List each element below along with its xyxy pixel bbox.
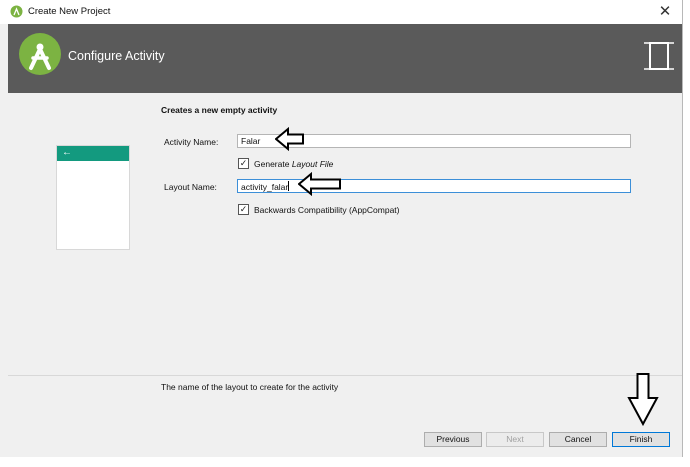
close-button[interactable]: ✕	[654, 2, 676, 22]
back-arrow-icon: ←	[62, 147, 72, 158]
backwards-compat-label: Backwards Compatibility (AppCompat)	[254, 204, 400, 215]
activity-name-label: Activity Name:	[164, 137, 219, 147]
backwards-compat-checkbox[interactable]: ✓	[238, 204, 249, 215]
finish-button[interactable]: Finish	[612, 432, 670, 447]
window-title: Create New Project	[28, 6, 111, 17]
form-heading: Creates a new empty activity	[161, 105, 278, 115]
android-studio-icon	[10, 5, 23, 18]
create-project-window: Create New Project ✕ Configure Activity …	[0, 0, 683, 467]
close-icon: ✕	[658, 3, 672, 20]
header-banner: Configure Activity	[8, 24, 682, 93]
description-panel: The name of the layout to create for the…	[8, 375, 682, 402]
form-area: ← Creates a new empty activity Activity …	[8, 93, 682, 375]
layout-name-input[interactable]: activity_falar	[237, 179, 631, 193]
text-caret	[288, 181, 290, 191]
pointer-arrow-icon	[275, 127, 304, 151]
pointer-arrow-icon	[298, 172, 341, 196]
generate-layout-option[interactable]: ✓ Generate Layout File	[238, 158, 333, 169]
generate-layout-label: Generate Layout File	[254, 158, 334, 169]
description-text: The name of the layout to create for the…	[161, 382, 339, 392]
activity-preview: ←	[56, 145, 130, 250]
pointer-arrow-icon	[627, 373, 659, 426]
generate-layout-checkbox[interactable]: ✓	[238, 158, 249, 169]
layout-name-value: activity_falar	[241, 182, 289, 192]
android-studio-logo	[19, 33, 61, 75]
backwards-compat-option[interactable]: ✓ Backwards Compatibility (AppCompat)	[238, 204, 400, 215]
next-button[interactable]: Next	[486, 432, 544, 447]
page-title: Configure Activity	[68, 49, 165, 63]
activity-name-value: Falar	[241, 136, 261, 146]
cancel-button[interactable]: Cancel	[549, 432, 607, 447]
device-icon	[644, 42, 674, 70]
previous-button[interactable]: Previous	[424, 432, 482, 447]
background-strip	[0, 457, 690, 467]
title-bar: Create New Project ✕	[0, 0, 682, 24]
preview-toolbar: ←	[57, 146, 129, 161]
layout-name-label: Layout Name:	[164, 182, 217, 192]
